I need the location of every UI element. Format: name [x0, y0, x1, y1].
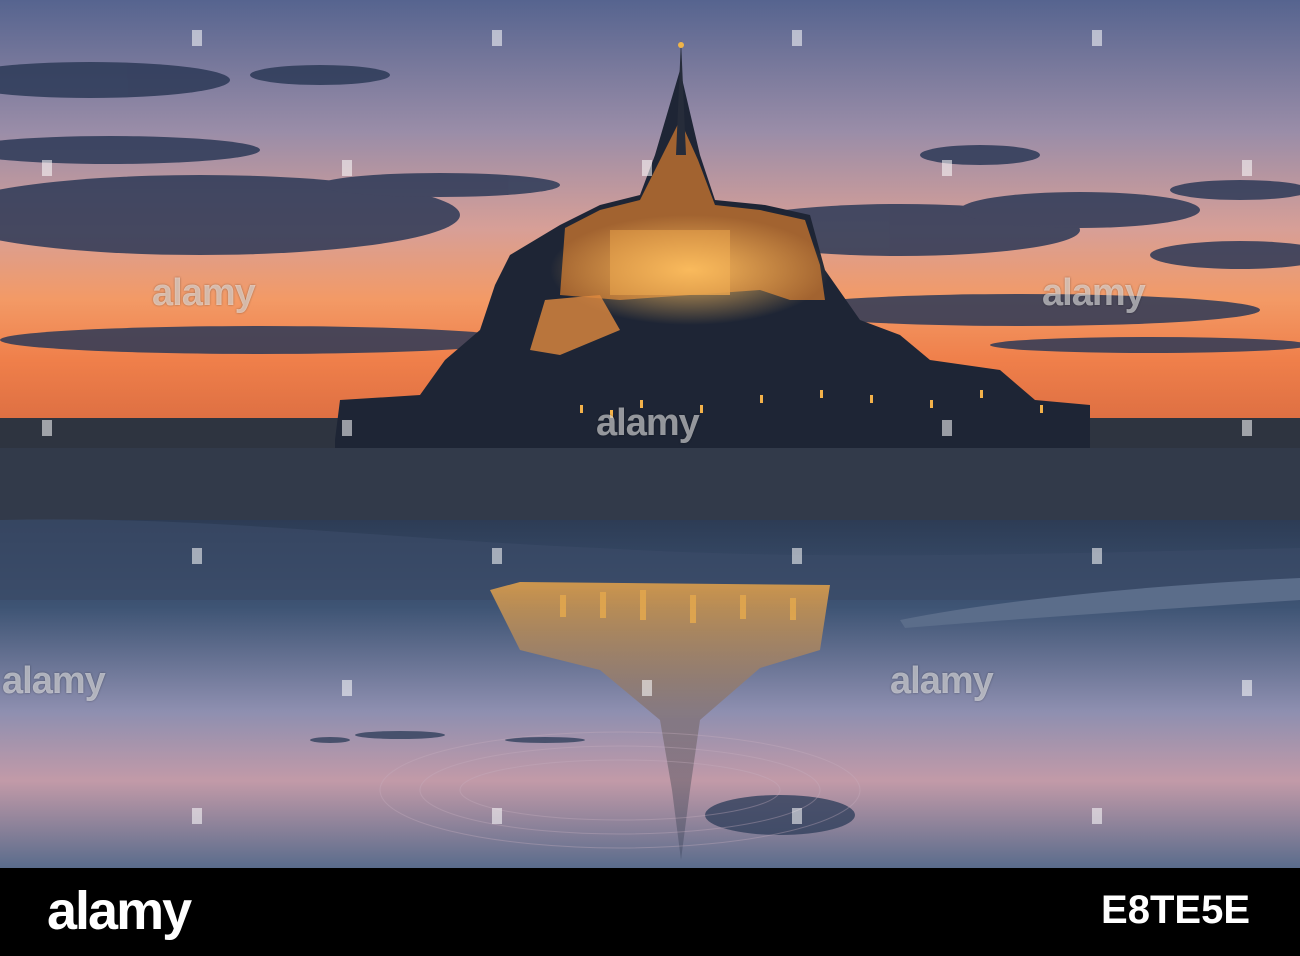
- watermark-mark: [1242, 160, 1252, 176]
- watermark-mark: [1092, 548, 1102, 564]
- watermark-mark: [942, 420, 952, 436]
- watermark-mark: [192, 808, 202, 824]
- watermark-mark: [1092, 808, 1102, 824]
- footer-bar: alamy E8TE5E: [0, 868, 1300, 956]
- watermark-mark: [642, 680, 652, 696]
- watermark-mark: [792, 30, 802, 46]
- watermark-mark: [342, 160, 352, 176]
- watermark-text: alamy: [890, 660, 994, 702]
- watermark-text: alamy: [2, 660, 106, 702]
- watermark-mark: [1242, 420, 1252, 436]
- watermark-mark: [1092, 30, 1102, 46]
- watermark-mark: [42, 420, 52, 436]
- watermark-mark: [792, 548, 802, 564]
- watermark-text: alamy: [152, 272, 256, 314]
- watermark-mark: [792, 808, 802, 824]
- watermark-text: alamy: [596, 402, 700, 444]
- watermark-mark: [642, 160, 652, 176]
- photo: alamy alamy alamy alamy alamy: [0, 0, 1300, 868]
- watermark-mark: [492, 808, 502, 824]
- watermark-mark: [42, 160, 52, 176]
- watermark-mark: [492, 548, 502, 564]
- watermark-mark: [192, 548, 202, 564]
- watermark-text: alamy: [1042, 272, 1146, 314]
- watermark-mark: [192, 30, 202, 46]
- watermark-mark: [1242, 680, 1252, 696]
- watermark-mark: [492, 30, 502, 46]
- watermark-mark: [942, 160, 952, 176]
- watermark-mark: [342, 680, 352, 696]
- brand-logo: alamy: [47, 881, 192, 941]
- image-id: E8TE5E: [1101, 888, 1250, 932]
- watermark-mark: [342, 420, 352, 436]
